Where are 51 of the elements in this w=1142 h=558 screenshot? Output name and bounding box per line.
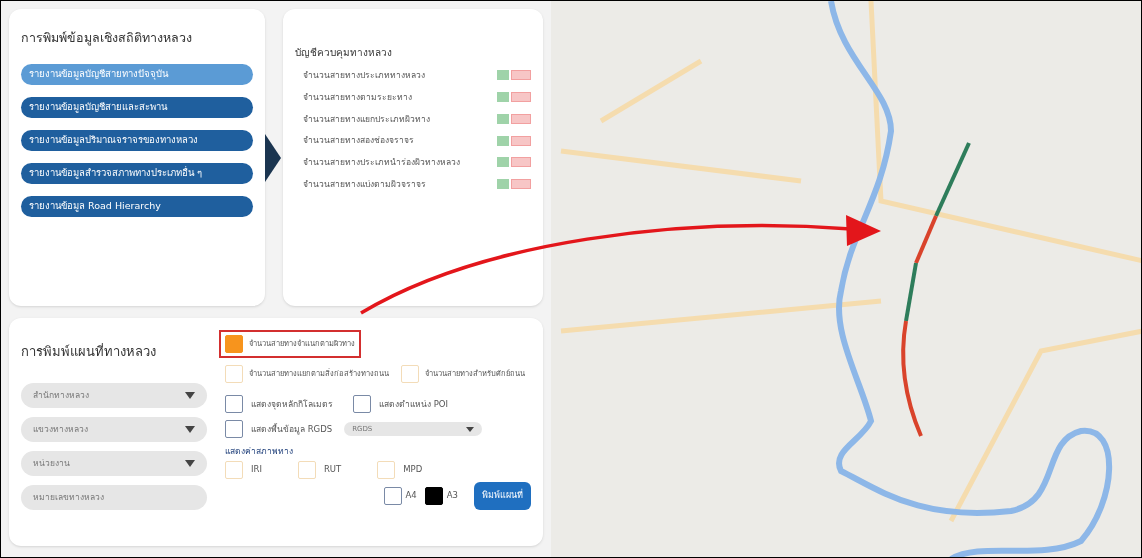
spreadsheet-icon[interactable] <box>497 135 509 146</box>
spreadsheet-icon[interactable] <box>497 70 509 81</box>
pdf-icon[interactable] <box>511 92 531 103</box>
detail-item: จำนวนสายทางแยกประเภทผิวทาง <box>303 112 431 126</box>
print-button[interactable]: พิมพ์แผนที่ <box>474 481 531 510</box>
caret-icon <box>185 425 195 433</box>
checkbox[interactable] <box>225 395 243 413</box>
spreadsheet-icon[interactable] <box>497 92 509 103</box>
report-button[interactable]: รายงานข้อมูลปริมาณจราจรของทางหลวง <box>21 129 253 151</box>
condition-label: IRI <box>251 463 262 477</box>
paper-label: A4 <box>405 489 417 503</box>
checkbox[interactable] <box>424 486 443 505</box>
report-button[interactable]: รายงานข้อมูล Road Hierarchy <box>21 195 253 217</box>
checkbox[interactable] <box>225 420 243 438</box>
spreadsheet-icon[interactable] <box>497 157 509 168</box>
section-label: แสดงค่าสภาพทาง <box>224 445 294 458</box>
pdf-icon[interactable] <box>511 179 531 190</box>
option-label: แสดงพื้นข้อมูล RGDS <box>251 422 333 436</box>
detail-item: จำนวนสายทางประเภทนำร่องผิวทางหลวง <box>303 156 461 169</box>
detail-item: จำนวนสายทางตามระยะทาง <box>303 90 413 104</box>
caret-icon <box>185 391 195 399</box>
road-number-field[interactable]: หมายเลขทางหลวง <box>21 484 207 510</box>
detail-item: จำนวนสายทางแบ่งตามผิวจราจร <box>303 177 427 191</box>
condition-label: RUT <box>323 463 342 477</box>
pdf-icon[interactable] <box>511 113 531 124</box>
detail-title: บัญชีควบคุมทางหลวง <box>295 46 393 60</box>
triangle-icon <box>265 133 281 182</box>
report-button[interactable]: รายงานข้อมูลบัญชีสายทางปัจจุบัน <box>21 63 253 85</box>
caret-icon <box>185 459 195 467</box>
checkbox[interactable] <box>225 335 243 353</box>
caret-icon <box>466 426 475 432</box>
panel-title: การพิมพ์แผนที่ทางหลวง <box>21 342 157 361</box>
report-button[interactable]: รายงานข้อมูลสำรวจสภาพทางประเภทอื่น ๆ <box>21 162 253 184</box>
spreadsheet-icon[interactable] <box>497 113 509 124</box>
detail-item: จำนวนสายทางสองช่องจราจร <box>303 134 415 147</box>
pdf-icon[interactable] <box>511 135 531 146</box>
option-label: แสดงจุดหลักกิโลเมตร <box>251 397 333 411</box>
dropdown[interactable]: หน่วยงาน <box>21 450 207 476</box>
checkbox[interactable] <box>353 395 371 413</box>
condition-label: MPD <box>403 463 423 477</box>
panel-title: การพิมพ์ข้อมูลเชิงสถิติทางหลวง <box>21 29 193 48</box>
detail-item: จำนวนสายทางประเภททางหลวง <box>303 69 426 82</box>
option-label: แสดงตำแหน่ง POI <box>379 397 449 411</box>
checkbox[interactable] <box>383 486 402 505</box>
spreadsheet-icon[interactable] <box>497 179 509 190</box>
paper-label: A3 <box>446 489 458 503</box>
report-button[interactable]: รายงานข้อมูลบัญชีสายและสะพาน <box>21 96 253 118</box>
dropdown[interactable]: สำนักทางหลวง <box>21 382 207 408</box>
dropdown[interactable]: แขวงทางหลวง <box>21 416 207 442</box>
pdf-icon[interactable] <box>511 70 531 81</box>
pdf-icon[interactable] <box>511 157 531 168</box>
